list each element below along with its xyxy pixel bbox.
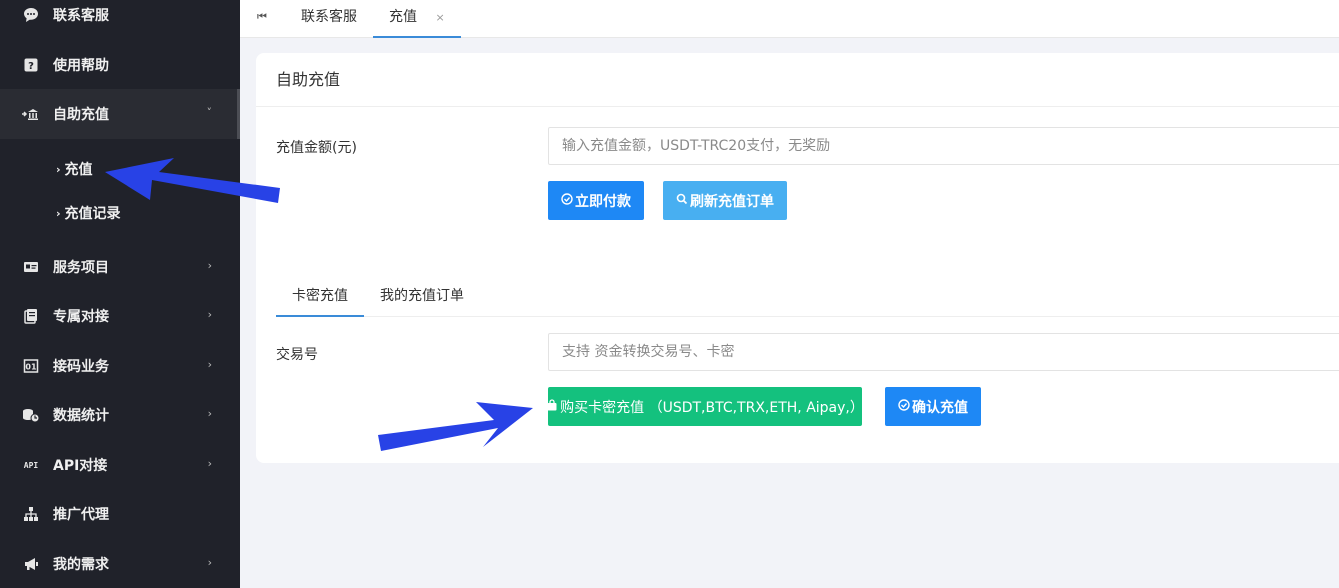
megaphone-icon [22,555,40,573]
stats-icon [22,406,40,424]
api-icon: API [22,456,40,474]
phone-code-icon: 01 [22,357,40,375]
search-icon [676,193,688,208]
skip-back-icon[interactable]: ⏮ [257,10,267,24]
tab-label: 卡密充值 [292,288,348,304]
sidebar-subitem-label: 充值 [64,162,93,178]
sidebar-item-label: 数据统计 [53,408,109,424]
sidebar-item-label: 我的需求 [53,557,109,573]
sidebar-item-api[interactable]: API API对接 › [0,440,240,490]
transaction-input[interactable] [548,333,1339,371]
sidebar-item-help[interactable]: ? 使用帮助 [0,40,240,90]
sidebar-item-label: 联系客服 [53,8,109,24]
tab-contact-support[interactable]: 联系客服 [301,0,357,38]
card-title: 自助充值 [256,53,1339,107]
sidebar-item-label: 自助充值 [53,107,109,123]
sidebar-item-label: 接码业务 [53,359,109,375]
top-tab-bar: ⏮ 联系客服 充值 × [240,0,1339,38]
tab-card-recharge[interactable]: 卡密充值 [276,279,364,317]
chevron-right-icon: › [56,206,61,220]
recharge-tabs: 卡密充值 我的充值订单 [276,279,1339,317]
confirm-recharge-label: 确认充值 [912,399,968,416]
chat-bubble-icon [22,6,40,24]
sidebar-item-services[interactable]: 服务项目 › [0,242,240,292]
sidebar-item-label: 推广代理 [53,507,109,523]
chevron-right-icon: › [207,308,212,321]
docs-icon [22,307,40,325]
tab-my-orders[interactable]: 我的充值订单 [364,279,480,317]
bank-icon [22,105,40,123]
chevron-right-icon: › [207,259,212,272]
check-circle-icon [898,399,910,414]
sidebar-item-sms-code[interactable]: 01 接码业务 › [0,341,240,391]
recharge-card: 自助充值 充值金额(元) 立即付款 刷新充值订单 卡密充值 我的充值订单 交易号… [256,53,1339,463]
tab-label: 我的充值订单 [380,288,464,304]
check-circle-icon [561,193,573,208]
sidebar-item-self-recharge[interactable]: 自助充值 ˅ [0,89,240,139]
buy-card-key-button[interactable]: 购买卡密充值 （USDT,BTC,TRX,ETH, Aipay,） [546,387,864,426]
refresh-orders-label: 刷新充值订单 [690,193,774,210]
transaction-label: 交易号 [276,347,318,363]
sidebar-item-label: 使用帮助 [53,58,109,74]
svg-text:?: ? [28,61,34,72]
shopping-bag-icon [546,399,558,414]
svg-text:01: 01 [25,363,37,372]
sidebar-item-my-requests[interactable]: 我的需求 › [0,539,240,588]
sidebar-item-affiliate[interactable]: 推广代理 [0,489,240,539]
sidebar-item-dedicated[interactable]: 专属对接 › [0,291,240,341]
sidebar: 联系客服 ? 使用帮助 自助充值 ˅ › 充值 › 充值记录 服务项目 › 专属… [0,0,240,588]
amount-label: 充值金额(元) [276,140,357,156]
pay-now-label: 立即付款 [575,193,631,210]
chevron-right-icon: › [56,162,61,176]
refresh-orders-button[interactable]: 刷新充值订单 [663,181,787,220]
pay-now-button[interactable]: 立即付款 [548,181,644,220]
network-icon [22,505,40,523]
sidebar-subitem-label: 充值记录 [64,206,121,222]
sidebar-subitem-recharge[interactable]: › 充值 [0,147,240,191]
sidebar-item-label: 服务项目 [53,260,109,276]
card-icon [22,258,40,276]
chevron-right-icon: › [207,407,212,420]
chevron-right-icon: › [207,457,212,470]
sidebar-subitem-recharge-records[interactable]: › 充值记录 [0,191,240,235]
tab-label: 联系客服 [301,9,357,25]
buy-card-key-label: 购买卡密充值 （USDT,BTC,TRX,ETH, Aipay,） [560,399,864,416]
amount-input[interactable] [548,127,1339,165]
confirm-recharge-button[interactable]: 确认充值 [885,387,981,426]
sidebar-item-label: 专属对接 [53,309,109,325]
chevron-right-icon: › [207,358,212,371]
help-icon: ? [22,56,40,74]
sidebar-item-statistics[interactable]: 数据统计 › [0,390,240,440]
sidebar-item-contact-support[interactable]: 联系客服 [0,0,240,40]
svg-text:API: API [24,461,39,470]
tab-recharge[interactable]: 充值 × [373,0,461,38]
chevron-right-icon: › [207,556,212,569]
sidebar-item-label: API对接 [53,458,108,474]
close-icon[interactable]: × [435,11,444,24]
chevron-down-icon: ˅ [206,106,213,119]
tab-label: 充值 [389,9,417,25]
